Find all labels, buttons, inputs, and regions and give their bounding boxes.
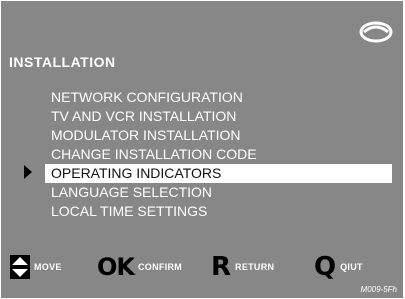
- eye-logo-icon: [359, 21, 393, 43]
- move-control[interactable]: MOVE: [10, 255, 62, 279]
- confirm-control[interactable]: OK CONFIRM: [97, 255, 182, 279]
- menu-item-network-configuration[interactable]: NETWORK CONFIGURATION: [1, 88, 403, 107]
- menu-item-tv-vcr-installation[interactable]: TV AND VCR INSTALLATION: [1, 107, 403, 126]
- menu-item-modulator-installation[interactable]: MODULATOR INSTALLATION: [1, 126, 403, 145]
- q-key-icon: Q: [314, 252, 337, 282]
- control-bar: MOVE OK CONFIRM R RETURN Q QIUT: [1, 252, 403, 282]
- return-control[interactable]: R RETURN: [211, 252, 275, 282]
- quit-control[interactable]: Q QIUT: [314, 252, 363, 282]
- return-label: RETURN: [235, 262, 275, 272]
- quit-label: QIUT: [340, 262, 363, 272]
- page-title: INSTALLATION: [9, 54, 116, 70]
- menu-item-change-installation-code[interactable]: CHANGE INSTALLATION CODE: [1, 145, 403, 164]
- move-label: MOVE: [34, 262, 62, 272]
- ok-key-icon: OK: [97, 253, 135, 281]
- tv-screen: INSTALLATION NETWORK CONFIGURATION TV AN…: [1, 1, 403, 298]
- r-key-icon: R: [211, 252, 232, 282]
- menu-item-language-selection[interactable]: LANGUAGE SELECTION: [1, 183, 403, 202]
- menu-item-local-time-settings[interactable]: LOCAL TIME SETTINGS: [1, 202, 403, 221]
- installation-menu: NETWORK CONFIGURATION TV AND VCR INSTALL…: [1, 88, 403, 221]
- reference-code: M009-5Fh: [360, 285, 397, 294]
- up-down-arrow-icon: [10, 255, 30, 279]
- menu-item-operating-indicators[interactable]: OPERATING INDICATORS: [45, 164, 392, 183]
- confirm-label: CONFIRM: [138, 262, 183, 272]
- triangle-right-icon: [24, 165, 32, 179]
